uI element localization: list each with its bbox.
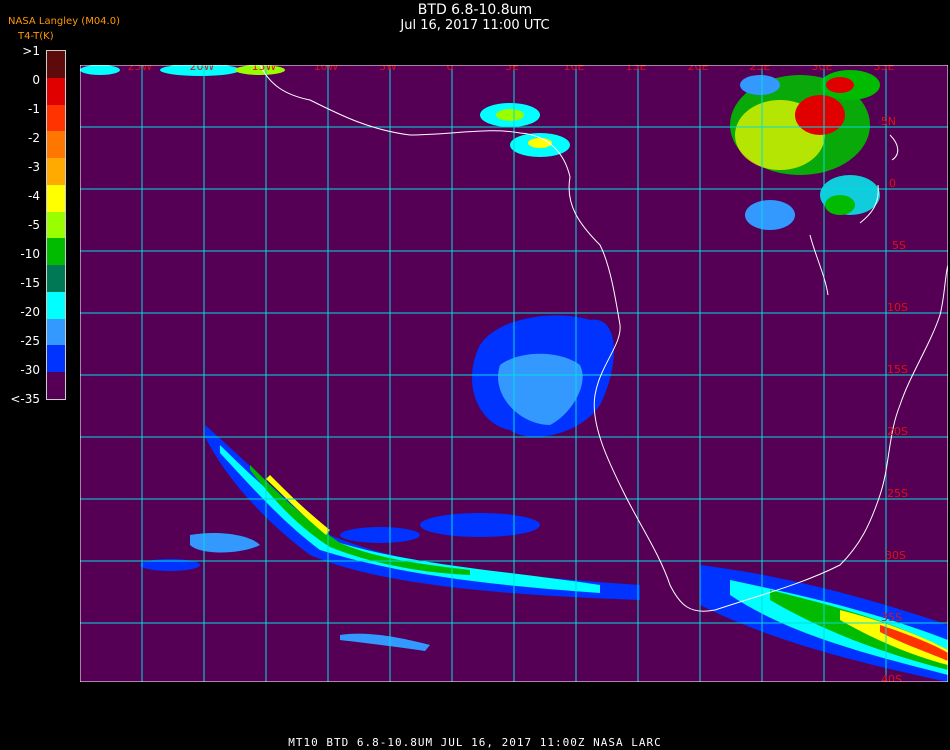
latitude-label: 30S: [885, 549, 906, 562]
color-legend-bar: [46, 50, 66, 400]
legend-swatch: [47, 345, 65, 373]
legend-swatch: [47, 158, 65, 186]
legend-label: -10: [20, 247, 40, 261]
latitude-label: 5N: [881, 115, 896, 128]
longitude-label: 5W: [379, 65, 397, 73]
legend-label: >1: [22, 44, 40, 58]
legend-swatch: [47, 265, 65, 293]
legend-swatch: [47, 291, 65, 320]
footer-caption: MT10 BTD 6.8-10.8UM JUL 16, 2017 11:00Z …: [288, 736, 662, 749]
latitude-label: 15S: [887, 363, 908, 376]
image-title: BTD 6.8-10.8um: [417, 2, 533, 18]
latitude-label: 0: [889, 177, 896, 190]
legend-label: -2: [28, 131, 40, 145]
legend-swatch: [47, 77, 65, 106]
latitude-label: 10S: [887, 301, 908, 314]
latitude-label: 5S: [892, 239, 906, 252]
image-timestamp: Jul 16, 2017 11:00 UTC: [400, 18, 550, 33]
legend-label: -25: [20, 334, 40, 348]
legend-swatch: [47, 211, 65, 239]
legend-swatch: [47, 104, 65, 132]
longitude-label: 15W: [252, 65, 277, 73]
legend-label: -20: [20, 305, 40, 319]
latitude-label: 20S: [887, 425, 908, 438]
latitude-label: 35S: [881, 611, 902, 624]
map-canvas: 25W 20W 15W 10W 5W 0 5E 10E 15E 20E 25E 30E 35E 5N 0 5…: [80, 65, 948, 682]
longitude-label: 25W: [128, 65, 153, 73]
legend-label: -4: [28, 189, 40, 203]
longitude-label: 20E: [688, 65, 709, 73]
legend-label: <-35: [10, 392, 40, 406]
legend-label: -3: [28, 160, 40, 174]
legend-label: 0: [32, 73, 40, 87]
legend-label: -15: [20, 276, 40, 290]
longitude-label: 15E: [626, 65, 647, 73]
longitude-label: 10E: [564, 65, 585, 73]
legend-swatch: [47, 238, 65, 266]
legend-label: -1: [28, 102, 40, 116]
latitude-label: 40S: [881, 673, 902, 682]
legend-swatch: [47, 51, 65, 79]
longitude-label: 35E: [874, 65, 895, 73]
legend-swatch: [47, 372, 65, 400]
legend-label: -5: [28, 218, 40, 232]
latitude-label: 25S: [887, 487, 908, 500]
longitude-label: 10W: [314, 65, 339, 73]
longitude-label: 25E: [750, 65, 771, 73]
legend-swatch: [47, 131, 65, 159]
legend-swatch: [47, 184, 65, 213]
longitude-label: 5E: [505, 65, 519, 73]
longitude-label: 30E: [812, 65, 833, 73]
legend-label: -30: [20, 363, 40, 377]
longitude-label: 0: [447, 65, 454, 73]
longitude-label: 20W: [190, 65, 215, 73]
legend-swatch: [47, 318, 65, 346]
satellite-map[interactable]: 25W 20W 15W 10W 5W 0 5E 10E 15E 20E 25E 30E 35E 5N 0 5…: [80, 65, 948, 682]
